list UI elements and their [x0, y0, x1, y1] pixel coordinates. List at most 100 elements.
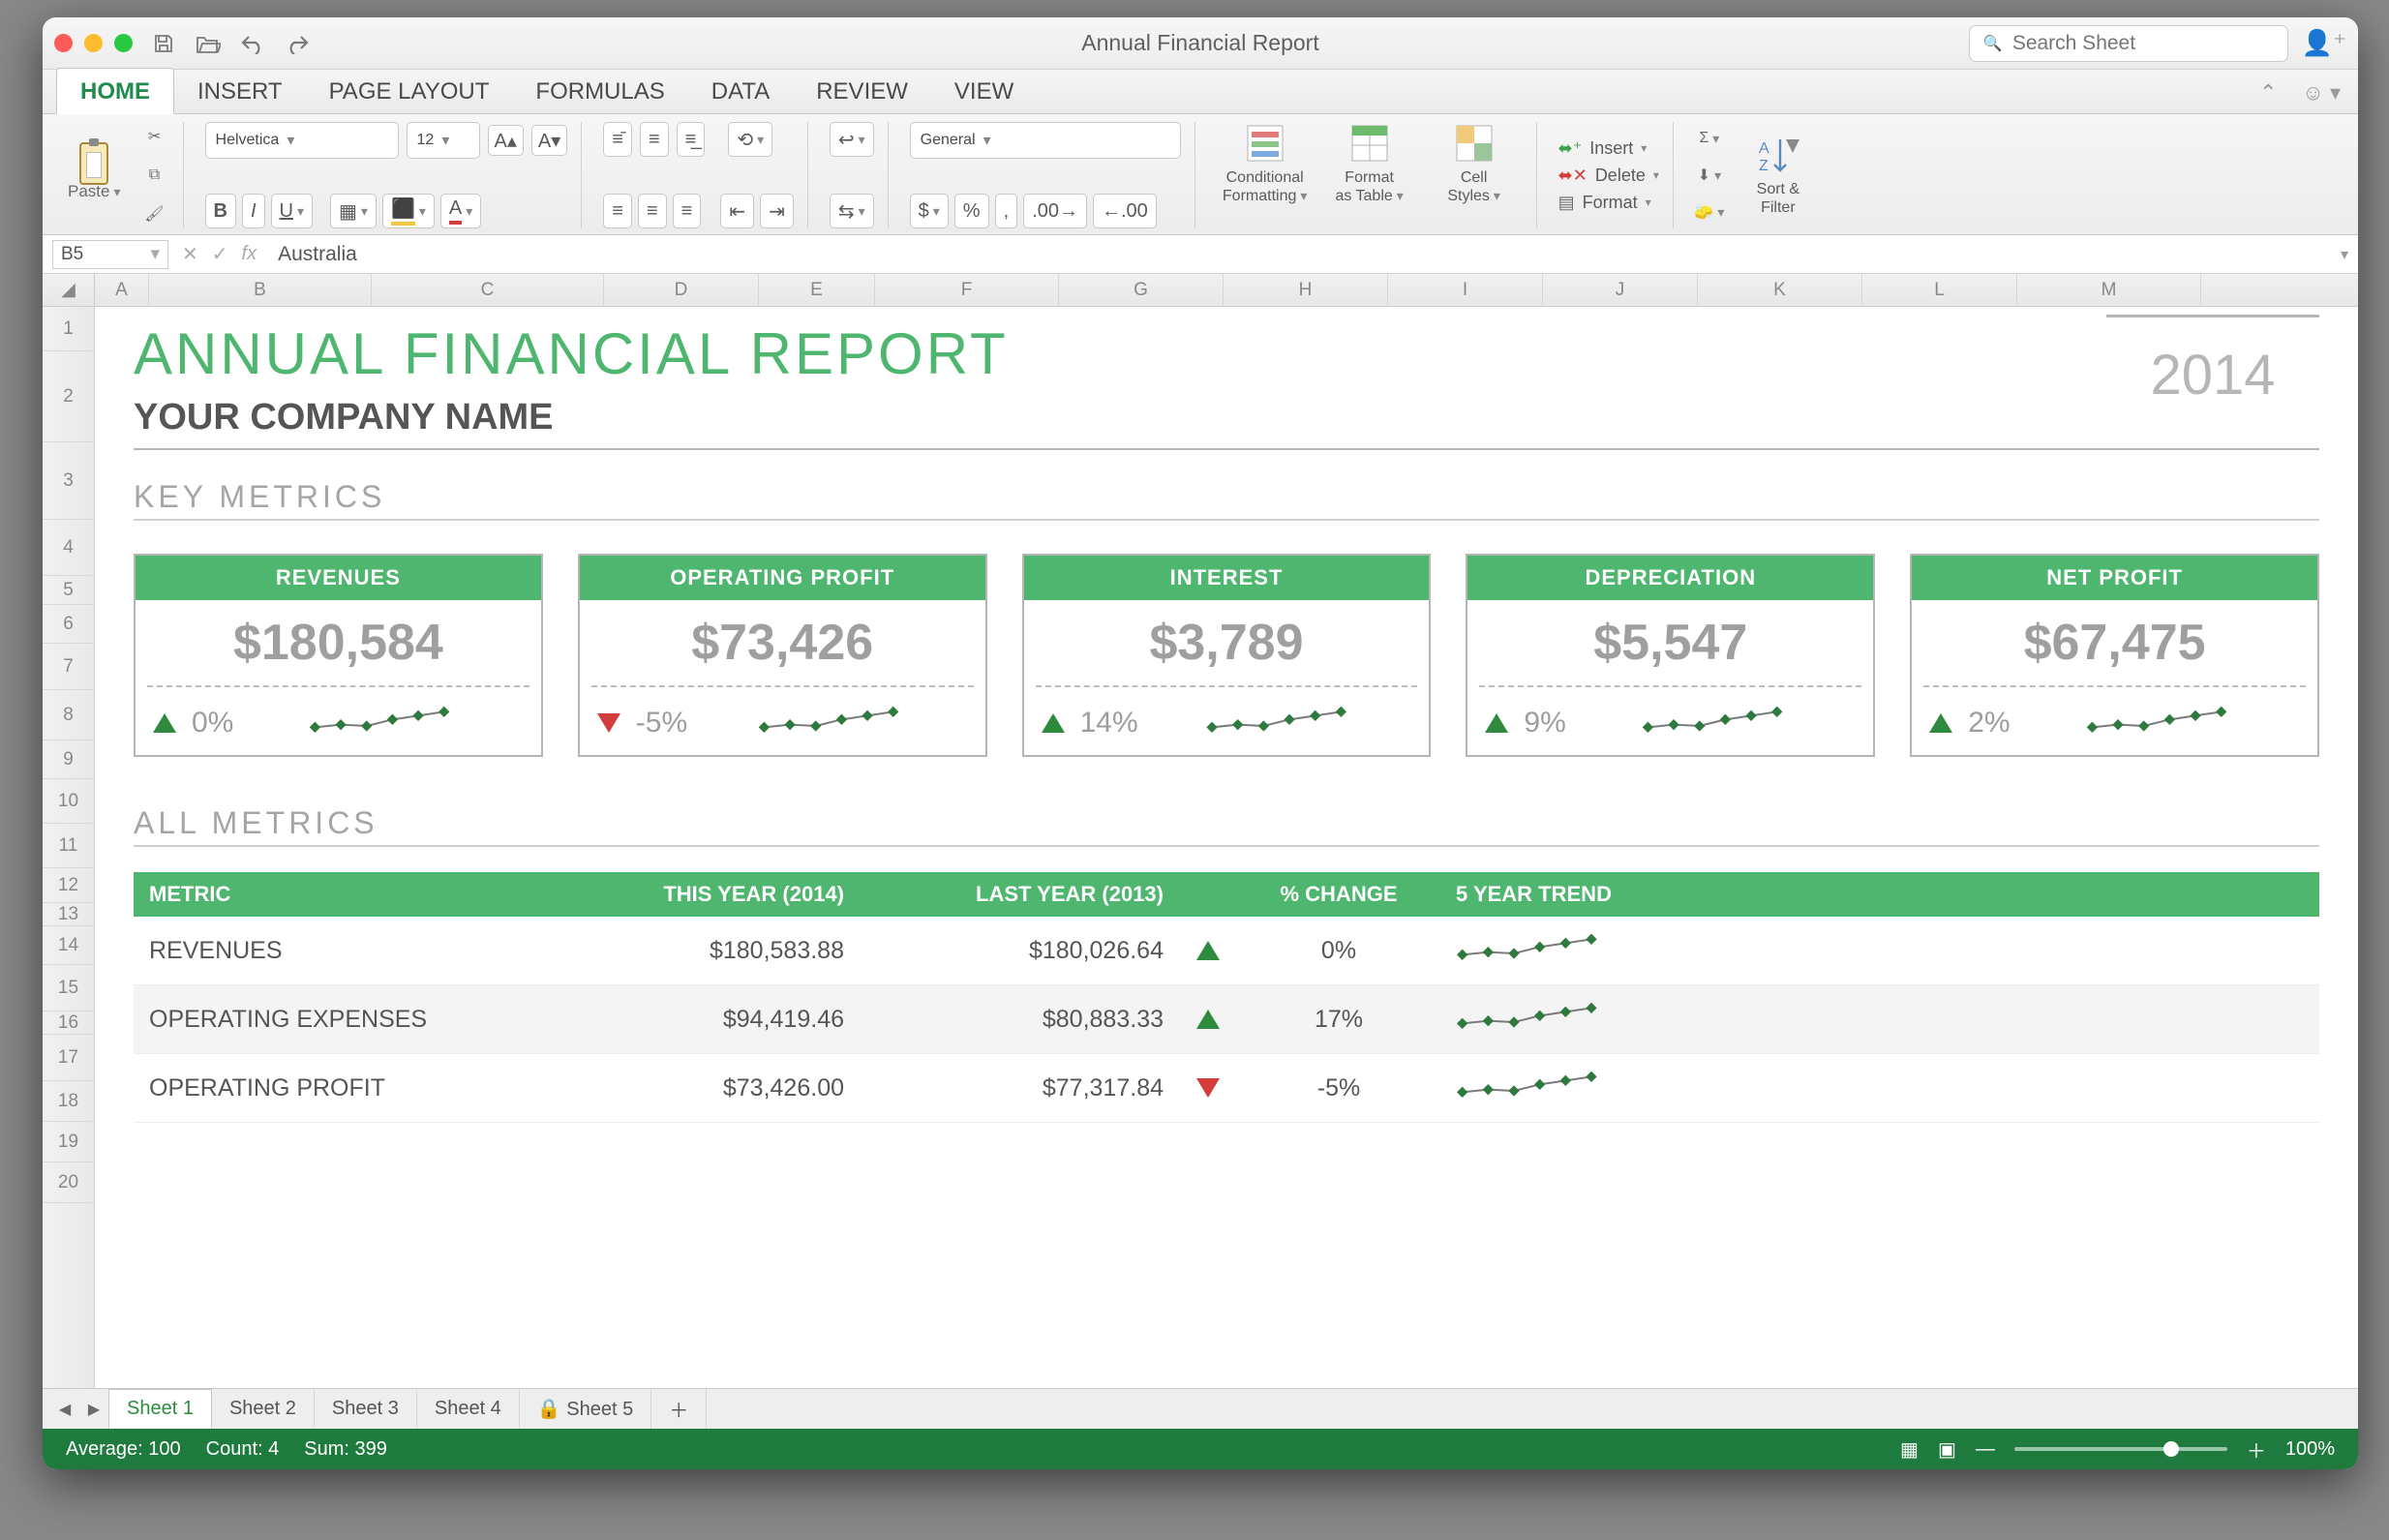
redo-icon[interactable] [284, 30, 311, 57]
row-header[interactable]: 6 [43, 605, 94, 644]
clear-icon[interactable]: 🧽 [1695, 197, 1724, 226]
row-header[interactable]: 14 [43, 926, 94, 965]
formula-input[interactable]: Australia [270, 243, 2327, 266]
format-as-table-button[interactable]: Format as Table [1321, 122, 1418, 205]
fill-color-icon[interactable]: ⬛ [382, 194, 435, 228]
decrease-decimal-icon[interactable]: ←.00 [1093, 194, 1157, 228]
view-page-layout-icon[interactable]: ▣ [1938, 1437, 1956, 1462]
align-right-icon[interactable]: ≡ [673, 194, 702, 228]
wrap-text-icon[interactable]: ↩ [830, 122, 874, 157]
italic-icon[interactable]: I [242, 194, 265, 228]
cut-icon[interactable]: ✂︎ [140, 122, 169, 151]
sheet-prev-icon[interactable]: ◀ [50, 1395, 79, 1424]
zoom-in-icon[interactable]: ＋ [2247, 1435, 2266, 1464]
insert-cells-button[interactable]: ⬌⁺Insert▾ [1558, 135, 1659, 162]
decrease-font-icon[interactable]: A▾ [531, 125, 567, 156]
merge-center-icon[interactable]: ⇆ [830, 194, 874, 228]
align-middle-icon[interactable]: ≡ [640, 122, 669, 157]
increase-indent-icon[interactable]: ⇥ [760, 194, 794, 228]
row-header[interactable]: 4 [43, 520, 94, 576]
undo-icon[interactable] [239, 30, 266, 57]
row-header[interactable]: 8 [43, 690, 94, 740]
paste-icon[interactable] [79, 149, 108, 178]
collapse-ribbon-icon[interactable]: ⌃ [2259, 80, 2277, 106]
column-header[interactable]: M [2017, 274, 2201, 306]
column-header[interactable]: I [1388, 274, 1543, 306]
search-sheet-box[interactable]: 🔍 [1969, 25, 2288, 62]
column-header[interactable]: E [759, 274, 875, 306]
border-icon[interactable]: ▦ [330, 194, 377, 228]
row-header[interactable]: 5 [43, 576, 94, 605]
increase-decimal-icon[interactable]: .00→ [1023, 194, 1087, 228]
orientation-icon[interactable]: ⟲ [728, 122, 772, 157]
format-painter-icon[interactable]: 🖌 [140, 199, 169, 228]
column-header[interactable]: A [95, 274, 149, 306]
zoom-window-button[interactable] [114, 34, 133, 52]
column-header[interactable]: J [1543, 274, 1698, 306]
column-header[interactable]: H [1224, 274, 1388, 306]
conditional-formatting-button[interactable]: Conditional Formatting [1217, 122, 1314, 205]
row-header[interactable]: 19 [43, 1122, 94, 1163]
feedback-icon[interactable]: ☺ ▾ [2302, 80, 2341, 106]
align-center-icon[interactable]: ≡ [638, 194, 667, 228]
sheet-tab-4[interactable]: Sheet 4 [417, 1390, 520, 1428]
row-header[interactable]: 10 [43, 779, 94, 824]
align-bottom-icon[interactable]: ≡̲ [677, 122, 706, 157]
zoom-slider[interactable] [2014, 1447, 2227, 1451]
name-box[interactable]: B5▾ [52, 240, 168, 269]
font-name-combo[interactable]: Helvetica▾ [205, 122, 399, 159]
fill-icon[interactable]: ⬇ [1695, 161, 1724, 190]
confirm-formula-icon[interactable]: ✓ [212, 242, 228, 266]
row-header[interactable]: 7 [43, 644, 94, 690]
number-format-combo[interactable]: General▾ [910, 122, 1181, 159]
cell-styles-button[interactable]: Cell Styles [1426, 122, 1523, 205]
tab-page-layout[interactable]: PAGE LAYOUT [306, 69, 513, 113]
align-top-icon[interactable]: ≡̄ [603, 122, 632, 157]
tab-review[interactable]: REVIEW [793, 69, 931, 113]
close-window-button[interactable] [54, 34, 73, 52]
row-header[interactable]: 1 [43, 307, 94, 351]
font-size-combo[interactable]: 12▾ [407, 122, 480, 159]
row-header[interactable]: 9 [43, 740, 94, 779]
sort-filter-button[interactable]: AZ Sort & Filter [1741, 134, 1815, 217]
row-header[interactable]: 20 [43, 1163, 94, 1203]
save-icon[interactable] [150, 30, 177, 57]
decrease-indent-icon[interactable]: ⇤ [720, 194, 754, 228]
open-icon[interactable] [195, 30, 222, 57]
increase-font-icon[interactable]: A▴ [488, 125, 524, 156]
sheet-next-icon[interactable]: ▶ [79, 1395, 108, 1424]
format-cells-button[interactable]: ▤Format▾ [1558, 189, 1659, 216]
zoom-out-icon[interactable]: — [1976, 1438, 1995, 1461]
minimize-window-button[interactable] [84, 34, 103, 52]
delete-cells-button[interactable]: ⬌✕Delete▾ [1558, 162, 1659, 189]
underline-icon[interactable]: U [271, 194, 313, 228]
column-header[interactable]: D [604, 274, 759, 306]
autosum-icon[interactable]: Σ [1695, 124, 1724, 153]
fx-icon[interactable]: fx [242, 243, 257, 265]
share-icon[interactable]: 👤⁺ [2302, 28, 2346, 58]
tab-home[interactable]: HOME [56, 68, 174, 114]
row-header[interactable]: 15 [43, 965, 94, 1012]
search-input[interactable] [2012, 32, 2274, 55]
sheet-tab-3[interactable]: Sheet 3 [315, 1390, 417, 1428]
currency-icon[interactable]: $ [910, 194, 949, 228]
copy-icon[interactable]: ⧉ [140, 161, 169, 190]
row-header[interactable]: 16 [43, 1012, 94, 1035]
column-header[interactable]: B [149, 274, 372, 306]
tab-insert[interactable]: INSERT [174, 69, 306, 113]
sheet-tab-2[interactable]: Sheet 2 [212, 1390, 315, 1428]
cancel-formula-icon[interactable]: ✕ [182, 242, 198, 266]
tab-formulas[interactable]: FORMULAS [512, 69, 687, 113]
comma-icon[interactable]: , [995, 194, 1018, 228]
cell-grid[interactable]: 2014 ANNUAL FINANCIAL REPORT YOUR COMPAN… [95, 307, 2358, 1388]
add-sheet-button[interactable]: ＋ [651, 1387, 707, 1431]
column-header[interactable]: G [1059, 274, 1224, 306]
row-header[interactable]: 12 [43, 868, 94, 903]
row-header[interactable]: 17 [43, 1035, 94, 1081]
row-header[interactable]: 2 [43, 351, 94, 442]
tab-view[interactable]: VIEW [931, 69, 1037, 113]
row-header[interactable]: 18 [43, 1081, 94, 1122]
row-header[interactable]: 11 [43, 824, 94, 868]
percent-icon[interactable]: % [954, 194, 989, 228]
column-header[interactable]: K [1698, 274, 1862, 306]
